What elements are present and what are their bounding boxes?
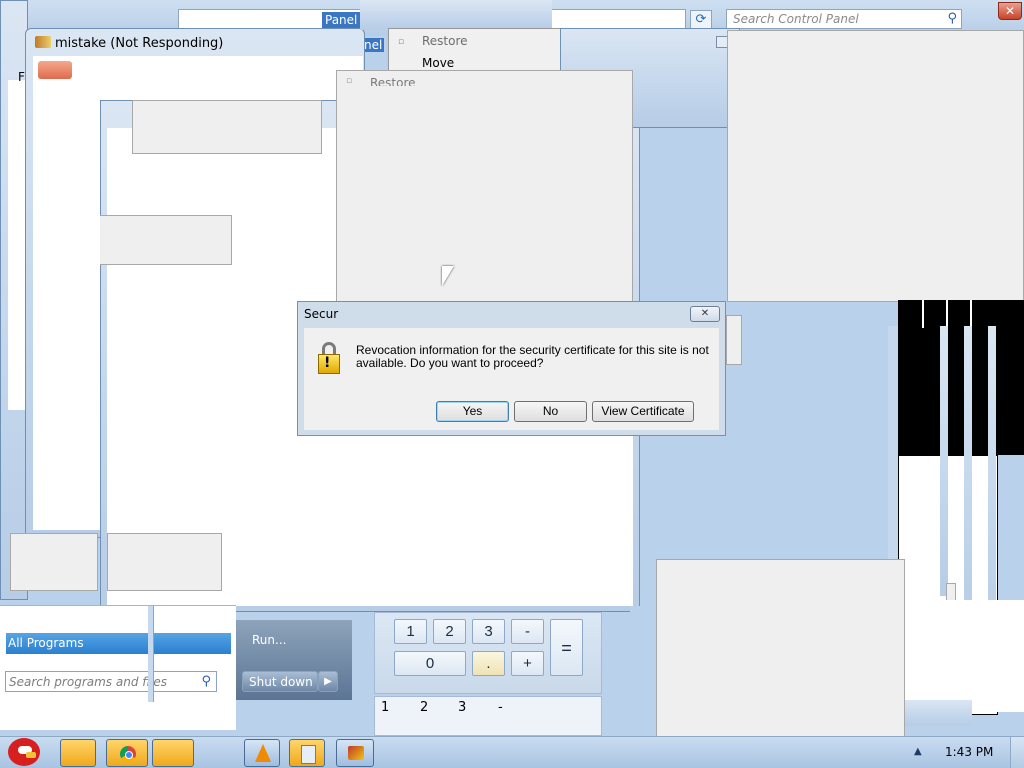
- control-panel-search[interactable]: Search Control Panel ⚲: [726, 9, 962, 29]
- dialog-close-button[interactable]: ✕: [690, 306, 720, 322]
- angry-birds-icon[interactable]: [4, 730, 44, 768]
- mistake-window-title: mistake (Not Responding): [55, 36, 224, 51]
- taskbar-chrome-button[interactable]: [106, 739, 148, 767]
- mouse-cursor-icon: [442, 266, 454, 286]
- restore-icon: ▫: [398, 37, 405, 47]
- right-bottom-white: [904, 600, 1024, 712]
- view-certificate-button[interactable]: View Certificate: [592, 401, 694, 422]
- trail-line-2: [946, 300, 948, 328]
- ghost-frame-strip-2: [630, 606, 656, 706]
- taskbar-calculator-button[interactable]: [289, 739, 325, 767]
- all-programs-label: All Programs: [8, 636, 84, 650]
- trail-bar-b: [964, 326, 972, 626]
- restore-icon-2: ▫: [346, 76, 353, 86]
- paint-icon: [348, 746, 364, 760]
- vlc-icon: [255, 744, 271, 762]
- close-icon[interactable]: ✕: [998, 2, 1022, 20]
- toolbar-icon[interactable]: [38, 61, 72, 79]
- trail-line-1: [922, 300, 924, 328]
- window-titlebar-strip: [360, 0, 552, 30]
- calculator-icon: [301, 745, 316, 764]
- taskbar-folder-button[interactable]: [60, 739, 96, 767]
- dialog-message-line1: Revocation information for the security …: [356, 343, 709, 357]
- trail-bar-a: [940, 326, 948, 596]
- show-hidden-icons[interactable]: ▲: [914, 746, 922, 757]
- system-menu-2-restore[interactable]: Restore: [370, 76, 416, 86]
- trail-bar-c: [988, 326, 996, 646]
- taskbar-folder-button-2[interactable]: [152, 739, 194, 767]
- main-window-panel-2: [100, 215, 232, 265]
- dialog-side-ghost: [726, 315, 742, 365]
- refresh-button[interactable]: ⟳: [690, 10, 712, 30]
- taskbar-paint-button[interactable]: [336, 739, 374, 767]
- right-top-grey-panel: [727, 30, 1024, 302]
- system-menu-restore[interactable]: Restore: [422, 34, 468, 48]
- address-crumb[interactable]: Panel: [322, 12, 361, 28]
- warning-lock-icon: !: [316, 342, 342, 374]
- app-icon: [35, 36, 51, 48]
- ghost-frame-strip: [148, 606, 154, 702]
- left-panel-ghost: [10, 533, 98, 591]
- search-placeholder: Search Control Panel: [733, 12, 859, 26]
- main-window-panel-3: [107, 533, 222, 591]
- search-icon: ⚲: [947, 11, 957, 26]
- black-window-trail: [898, 300, 1024, 455]
- address-crumb-2[interactable]: nel: [362, 38, 385, 52]
- dialog-message-line2: available. Do you want to proceed?: [356, 356, 544, 370]
- show-desktop-button[interactable]: [1010, 737, 1024, 768]
- trail-line-3: [970, 300, 972, 328]
- right-bottom-frame: [900, 700, 972, 726]
- no-button[interactable]: No: [514, 401, 587, 422]
- security-dialog-title: Secur: [304, 307, 339, 321]
- yes-button[interactable]: Yes: [436, 401, 509, 422]
- system-menu-move[interactable]: Move: [422, 56, 454, 70]
- ghost-menu-letter: F: [18, 70, 25, 84]
- taskbar-clock[interactable]: 1:43 PM: [945, 745, 993, 759]
- start-search-placeholder: Search programs and files: [9, 675, 167, 689]
- taskbar-vlc-button[interactable]: [244, 739, 280, 767]
- main-window-panel-1: [132, 100, 322, 154]
